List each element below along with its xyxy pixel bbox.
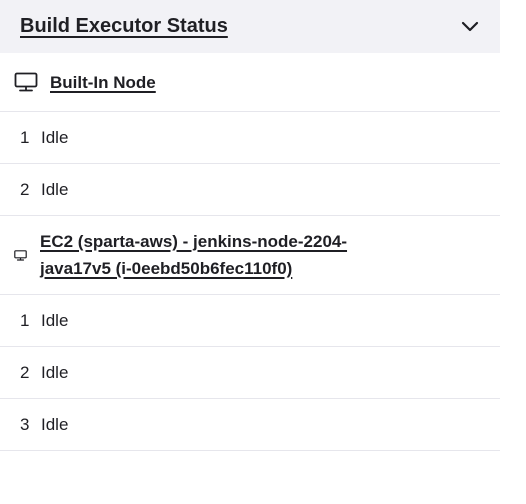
executor-status: Idle	[41, 179, 69, 199]
executor-number: 1	[20, 127, 30, 147]
node-row-ec2: EC2 (sparta-aws) - jenkins-node-2204-jav…	[0, 216, 500, 295]
executor-row: 1 Idle	[0, 112, 500, 164]
executor-status-panel: Build Executor Status Built-In Node 1 Id…	[0, 0, 500, 451]
executor-row: 2 Idle	[0, 347, 500, 399]
executor-status: Idle	[41, 414, 69, 434]
executor-status: Idle	[41, 127, 69, 147]
executor-row: 2 Idle	[0, 164, 500, 216]
executor-status: Idle	[41, 310, 69, 330]
computer-icon	[14, 249, 27, 261]
executor-row: 3 Idle	[0, 399, 500, 451]
executor-row: 1 Idle	[0, 295, 500, 347]
node-link-built-in[interactable]: Built-In Node	[50, 69, 156, 96]
computer-icon	[14, 72, 38, 92]
node-row-built-in: Built-In Node	[0, 53, 500, 112]
panel-title-link[interactable]: Build Executor Status	[20, 15, 228, 38]
executor-number: 1	[20, 310, 30, 330]
chevron-down-icon[interactable]	[460, 17, 480, 37]
panel-header: Build Executor Status	[0, 0, 500, 53]
node-link-ec2[interactable]: EC2 (sparta-aws) - jenkins-node-2204-jav…	[40, 228, 410, 282]
executor-number: 2	[20, 362, 30, 382]
executor-number: 2	[20, 179, 30, 199]
executor-number: 3	[20, 414, 30, 434]
executor-status: Idle	[41, 362, 69, 382]
